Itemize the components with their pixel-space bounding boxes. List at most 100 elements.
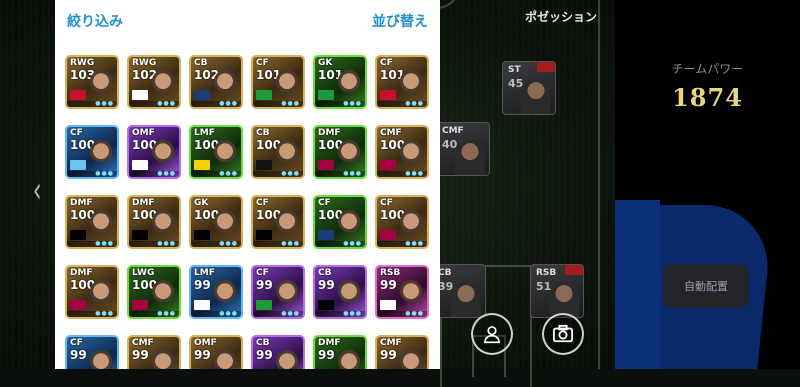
player-portrait (211, 349, 239, 369)
player-portrait (273, 279, 301, 311)
player-card[interactable]: CF 100 ●●● (313, 195, 367, 249)
player-card[interactable]: CF 100 ●●● (375, 195, 429, 249)
sort-button[interactable]: 並び替え (372, 11, 428, 31)
list-header: 絞り込み 並び替え (55, 0, 440, 40)
player-list-panel: 絞り込み 並び替え RWG 103 ●●● RWG 102 ●●● CB 102 ●●● CF 10… (55, 0, 440, 369)
pitch-player-st[interactable]: ST 45 (502, 61, 556, 115)
skill-dots-icon: ●●● (157, 100, 176, 107)
player-card[interactable]: LWG 100 ●●● (127, 265, 181, 319)
nation-flag-icon (380, 160, 396, 170)
player-card[interactable]: CB 100 ●●● (251, 125, 305, 179)
player-portrait (397, 69, 425, 101)
nation-flag-icon (256, 300, 272, 310)
pitch-sideline (598, 0, 600, 369)
player-card[interactable]: CB99●●● (251, 335, 305, 369)
player-portrait (211, 209, 239, 241)
player-portrait (397, 349, 425, 369)
player-card[interactable]: CF 100 ●●● (65, 125, 119, 179)
nation-flag-icon (380, 230, 396, 240)
nation-flag-icon (194, 90, 210, 100)
camera-icon (553, 324, 573, 343)
player-rating: 99 (380, 278, 397, 292)
chevron-left-icon[interactable]: ‹ (33, 170, 42, 211)
pitch-player-cb[interactable]: CB 39 (432, 264, 486, 318)
player-card[interactable]: CF99●●● (65, 335, 119, 369)
skill-dots-icon: ●●● (281, 100, 300, 107)
pitch-player-rating: 45 (508, 77, 524, 90)
skill-dots-icon: ●●● (219, 170, 238, 177)
pitch-player-cmf[interactable]: CMF 40 (436, 122, 490, 176)
nation-flag-icon (318, 230, 334, 240)
camera-button[interactable] (542, 313, 584, 355)
nation-flag-icon (380, 300, 396, 310)
skill-dots-icon: ●●● (157, 240, 176, 247)
player-card[interactable]: DMF99●●● (313, 335, 367, 369)
player-portrait (549, 281, 579, 317)
player-card[interactable]: GK 101 ●●● (313, 55, 367, 109)
nation-flag-icon (132, 230, 148, 240)
player-card[interactable]: CF 101 ●●● (375, 55, 429, 109)
pitch-player-rsb[interactable]: RSB 51 (530, 264, 584, 318)
player-rating: 99 (380, 348, 397, 362)
player-card[interactable]: CF99●●● (251, 265, 305, 319)
player-portrait (335, 69, 363, 101)
nation-flag-icon (380, 90, 396, 100)
player-card[interactable]: LMF 100 ●●● (189, 125, 243, 179)
skill-dots-icon: ●●● (343, 100, 362, 107)
player-card[interactable]: GK 100 ●●● (189, 195, 243, 249)
auto-assign-button[interactable]: 自動配置 (663, 264, 749, 308)
player-card[interactable]: CMF 100 ●●● (375, 125, 429, 179)
player-portrait (87, 139, 115, 171)
player-card[interactable]: CMF99●●● (127, 335, 181, 369)
player-card[interactable]: DMF 100 ●●● (65, 195, 119, 249)
player-card[interactable]: CB99●●● (313, 265, 367, 319)
player-view-button[interactable] (471, 313, 513, 355)
skill-dots-icon: ●●● (219, 240, 238, 247)
nation-flag-icon (318, 90, 334, 100)
player-rating: 99 (194, 278, 211, 292)
team-badge (565, 265, 583, 275)
nation-flag-icon (132, 160, 148, 170)
nation-flag-icon (318, 160, 334, 170)
team-info-panel: チームパワー 1874 自動配置 (615, 0, 800, 369)
player-card[interactable]: OMF 100 ●●● (127, 125, 181, 179)
skill-dots-icon: ●●● (219, 310, 238, 317)
player-card[interactable]: CF 100 ●●● (251, 195, 305, 249)
nation-flag-icon (256, 90, 272, 100)
player-portrait (397, 139, 425, 171)
player-rating: 99 (132, 348, 149, 362)
player-portrait (149, 209, 177, 241)
player-card[interactable]: RWG 103 ●●● (65, 55, 119, 109)
player-portrait (335, 209, 363, 241)
player-card[interactable]: RSB 99 ●●● (375, 265, 429, 319)
player-card[interactable]: DMF 100 ●●● (65, 265, 119, 319)
player-card-grid: RWG 103 ●●● RWG 102 ●●● CB 102 ●●● CF 101 ●●● GK 101 ●… (65, 55, 435, 369)
pitch-player-position: ST (508, 65, 521, 75)
filter-button[interactable]: 絞り込み (67, 11, 123, 31)
player-card[interactable]: DMF 100 ●●● (127, 195, 181, 249)
skill-dots-icon: ●●● (281, 170, 300, 177)
player-portrait (521, 78, 551, 114)
decorative-shape (615, 200, 660, 369)
player-portrait (211, 139, 239, 171)
player-card[interactable]: LMF 99 ●●● (189, 265, 243, 319)
player-rating: 99 (318, 348, 335, 362)
player-portrait (273, 349, 301, 369)
player-rating: 99 (256, 348, 273, 362)
player-card[interactable]: RWG 102 ●●● (127, 55, 181, 109)
player-card[interactable]: DMF 100 ●●● (313, 125, 367, 179)
nation-flag-icon (132, 90, 148, 100)
pitch-player-rating: 51 (536, 280, 552, 293)
skill-dots-icon: ●●● (405, 310, 424, 317)
nation-flag-icon (194, 300, 210, 310)
player-card[interactable]: OMF99●●● (189, 335, 243, 369)
pitch-player-position: CMF (442, 126, 464, 136)
player-portrait (273, 69, 301, 101)
player-card[interactable]: CMF99●●● (375, 335, 429, 369)
player-portrait (455, 139, 485, 175)
player-portrait (397, 279, 425, 311)
player-card[interactable]: CF 101 ●●● (251, 55, 305, 109)
player-rating: 99 (256, 278, 273, 292)
player-card[interactable]: CB 102 ●●● (189, 55, 243, 109)
skill-dots-icon: ●●● (343, 310, 362, 317)
